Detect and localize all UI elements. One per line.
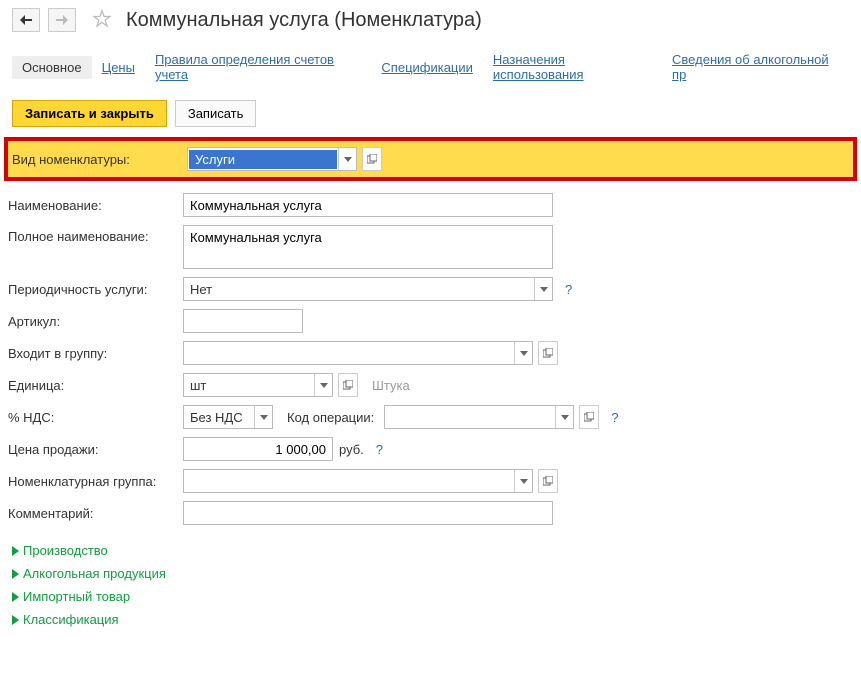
vat-value: Без НДС	[184, 408, 254, 427]
unit-select[interactable]: шт	[183, 373, 333, 397]
vat-label: % НДС:	[8, 410, 183, 425]
period-label: Периодичность услуги:	[8, 282, 183, 297]
chevron-right-icon	[12, 592, 19, 602]
opcode-select[interactable]	[384, 405, 574, 429]
opcode-value	[385, 415, 555, 419]
nomgroup-dropdown-btn[interactable]	[514, 470, 532, 492]
type-dropdown-btn[interactable]	[338, 148, 356, 170]
open-icon	[584, 412, 594, 422]
expand-label: Классификация	[23, 612, 119, 627]
chevron-down-icon	[520, 351, 528, 356]
article-label: Артикул:	[8, 314, 183, 329]
forward-button[interactable]	[48, 8, 76, 32]
type-value: Услуги	[189, 150, 337, 169]
chevron-down-icon	[540, 287, 548, 292]
group-select[interactable]	[183, 341, 533, 365]
period-dropdown-btn[interactable]	[534, 278, 552, 300]
opcode-help[interactable]: ?	[611, 410, 618, 425]
favorite-icon[interactable]	[92, 9, 112, 32]
group-label: Входит в группу:	[8, 346, 183, 361]
unit-hint: Штука	[372, 378, 410, 393]
fullname-input[interactable]	[183, 225, 553, 269]
expand-alcohol[interactable]: Алкогольная продукция	[8, 562, 853, 585]
expand-label: Алкогольная продукция	[23, 566, 166, 581]
tabs-bar: Основное Цены Правила определения счетов…	[0, 40, 861, 96]
tab-alcohol-info[interactable]: Сведения об алкогольной пр	[662, 48, 849, 86]
expand-label: Производство	[23, 543, 108, 558]
open-icon	[543, 348, 553, 358]
nomgroup-select[interactable]	[183, 469, 533, 493]
name-input[interactable]	[183, 193, 553, 217]
type-select[interactable]: Услуги	[187, 147, 357, 171]
nomgroup-value	[184, 479, 514, 483]
expand-classification[interactable]: Классификация	[8, 608, 853, 631]
save-button[interactable]: Записать	[175, 100, 257, 127]
tab-main[interactable]: Основное	[12, 56, 92, 79]
expand-label: Импортный товар	[23, 589, 130, 604]
chevron-down-icon	[320, 383, 328, 388]
nomgroup-label: Номенклатурная группа:	[8, 474, 183, 489]
unit-label: Единица:	[8, 378, 183, 393]
price-help[interactable]: ?	[376, 442, 383, 457]
vat-dropdown-btn[interactable]	[254, 406, 272, 428]
chevron-right-icon	[12, 615, 19, 625]
chevron-right-icon	[12, 546, 19, 556]
tab-specifications[interactable]: Спецификации	[371, 56, 483, 79]
group-value	[184, 351, 514, 355]
price-currency: руб.	[339, 442, 364, 457]
opcode-dropdown-btn[interactable]	[555, 406, 573, 428]
expand-import[interactable]: Импортный товар	[8, 585, 853, 608]
page-title: Коммунальная услуга (Номенклатура)	[126, 9, 482, 32]
type-label: Вид номенклатуры:	[12, 152, 187, 167]
opcode-label: Код операции:	[287, 410, 374, 425]
fullname-label: Полное наименование:	[8, 225, 183, 244]
vat-select[interactable]: Без НДС	[183, 405, 273, 429]
tab-prices[interactable]: Цены	[92, 56, 145, 79]
comment-input[interactable]	[183, 501, 553, 525]
arrow-left-icon	[20, 15, 32, 25]
open-icon	[367, 154, 377, 164]
group-dropdown-btn[interactable]	[514, 342, 532, 364]
unit-open-btn[interactable]	[338, 373, 358, 397]
group-open-btn[interactable]	[538, 341, 558, 365]
period-value: Нет	[184, 280, 534, 299]
period-help[interactable]: ?	[565, 282, 572, 297]
chevron-down-icon	[344, 157, 352, 162]
opcode-open-btn[interactable]	[579, 405, 599, 429]
chevron-down-icon	[520, 479, 528, 484]
price-input[interactable]	[183, 437, 333, 461]
tab-usage[interactable]: Назначения использования	[483, 48, 662, 86]
back-button[interactable]	[12, 8, 40, 32]
arrow-right-icon	[56, 15, 68, 25]
open-icon	[543, 476, 553, 486]
unit-value: шт	[184, 376, 314, 395]
nomgroup-open-btn[interactable]	[538, 469, 558, 493]
open-icon	[343, 380, 353, 390]
type-row-highlight: Вид номенклатуры: Услуги	[4, 137, 857, 181]
chevron-right-icon	[12, 569, 19, 579]
chevron-down-icon	[561, 415, 569, 420]
name-label: Наименование:	[8, 198, 183, 213]
comment-label: Комментарий:	[8, 506, 183, 521]
chevron-down-icon	[260, 415, 268, 420]
type-open-btn[interactable]	[362, 147, 382, 171]
tab-account-rules[interactable]: Правила определения счетов учета	[145, 48, 371, 86]
article-input[interactable]	[183, 309, 303, 333]
unit-dropdown-btn[interactable]	[314, 374, 332, 396]
save-close-button[interactable]: Записать и закрыть	[12, 100, 167, 127]
period-select[interactable]: Нет	[183, 277, 553, 301]
price-label: Цена продажи:	[8, 442, 183, 457]
expand-production[interactable]: Производство	[8, 539, 853, 562]
